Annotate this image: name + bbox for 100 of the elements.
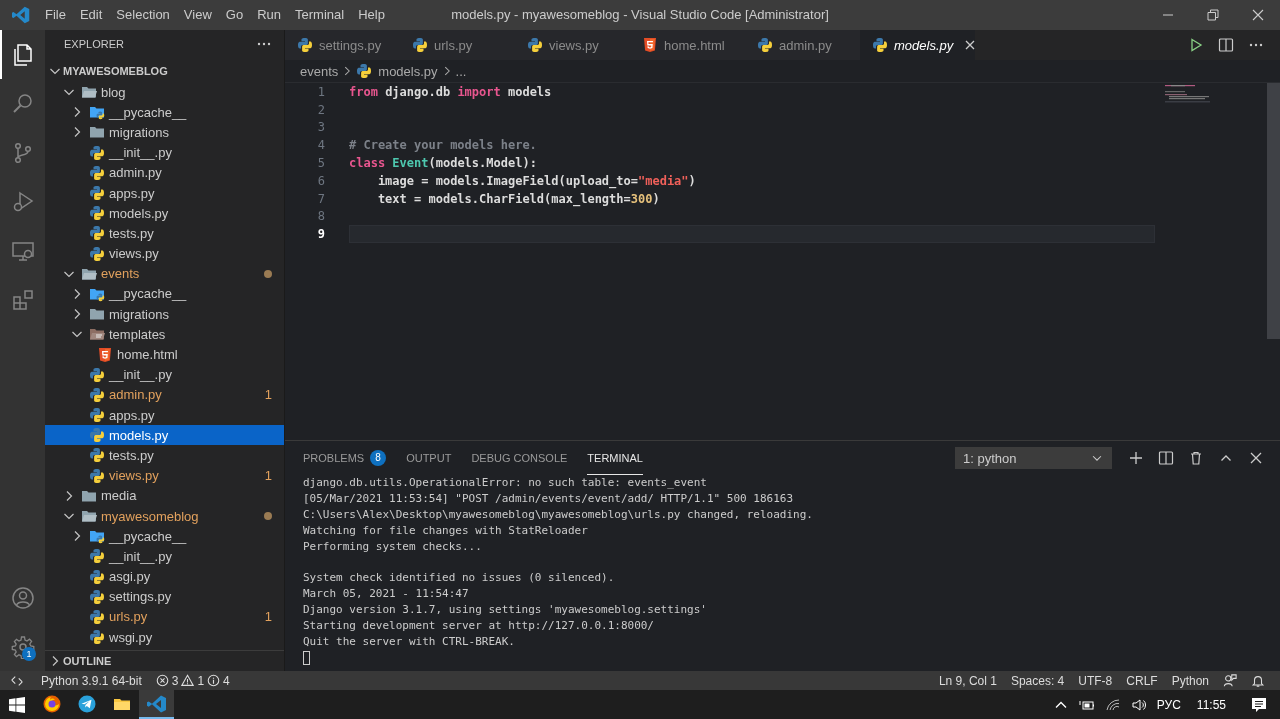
line-number: 7: [316, 191, 325, 206]
settings-icon[interactable]: [10, 634, 35, 659]
editor-tab[interactable]: admin.py: [745, 30, 860, 60]
close-icon[interactable]: [1251, 9, 1264, 21]
tree-item[interactable]: settings.py: [45, 586, 284, 607]
editor-tab[interactable]: settings.py: [285, 30, 400, 60]
tree-item[interactable]: __init__.py: [45, 364, 284, 385]
tree-item[interactable]: asgi.py: [45, 566, 284, 587]
tree-item[interactable]: events: [45, 263, 284, 284]
tree-item[interactable]: __pycache__: [45, 283, 284, 305]
tree-item[interactable]: views.py 1: [45, 465, 284, 486]
feedback-icon[interactable]: [1223, 673, 1237, 688]
clock[interactable]: 11:55: [1196, 697, 1226, 712]
scrollbar[interactable]: [1267, 83, 1280, 339]
line-number: 3: [316, 120, 325, 135]
tree-item[interactable]: wsgi.py: [45, 627, 284, 648]
tree-item[interactable]: models.py: [45, 203, 284, 224]
tree-item[interactable]: apps.py: [45, 182, 284, 204]
line-number: 4: [316, 138, 325, 153]
tree-item[interactable]: templates: [45, 324, 284, 345]
tree-item[interactable]: tests.py: [45, 223, 284, 244]
tree-item[interactable]: __pycache__: [45, 526, 284, 547]
panel-tab[interactable]: PROBLEMS 8: [303, 441, 387, 475]
bell-icon[interactable]: [1251, 673, 1265, 688]
python-file-icon: [89, 407, 105, 424]
restore-icon[interactable]: [1206, 9, 1219, 21]
terminal-dropdown[interactable]: 1: python: [955, 447, 1112, 469]
tree-item[interactable]: tests.py: [45, 445, 284, 466]
tree-item[interactable]: __init__.py: [45, 546, 284, 567]
tree-item[interactable]: media: [45, 485, 284, 506]
split-terminal-icon[interactable]: [1158, 450, 1174, 466]
editor-tab[interactable]: urls.py: [400, 30, 515, 60]
remote-icon[interactable]: [10, 673, 24, 688]
editor-tab[interactable]: views.py: [515, 30, 630, 60]
line-number: 6: [316, 173, 325, 188]
tree-item[interactable]: admin.py: [45, 162, 284, 183]
tree-item[interactable]: home.html: [45, 344, 284, 365]
breadcrumb-item[interactable]: events: [300, 63, 339, 79]
wifi-icon[interactable]: [1104, 696, 1121, 713]
status-item[interactable]: UTF-8: [1071, 671, 1120, 690]
editor-tab[interactable]: home.html: [630, 30, 745, 60]
tree-item[interactable]: blog: [45, 82, 284, 103]
split-editor-icon[interactable]: [1218, 37, 1234, 53]
tree-item[interactable]: apps.py: [45, 405, 284, 426]
run-icon[interactable]: [1188, 37, 1204, 53]
windows-logo-icon[interactable]: [9, 696, 25, 713]
breadcrumb-item[interactable]: ...: [455, 63, 467, 79]
menu-item[interactable]: View: [176, 0, 219, 30]
volume-icon[interactable]: [1130, 696, 1147, 713]
tree-item[interactable]: myawesomeblog: [45, 505, 284, 527]
status-item[interactable]: Spaces: 4: [1003, 671, 1072, 690]
problem-count: 1: [264, 387, 272, 403]
tree-item[interactable]: __pycache__: [45, 102, 284, 123]
status-item[interactable]: Ln 9, Col 1: [931, 671, 1004, 690]
tree-item[interactable]: migrations: [45, 304, 284, 325]
folder-icon: [81, 84, 97, 101]
python-file-icon: [89, 386, 105, 403]
python-file-icon: [527, 37, 543, 53]
trash-icon[interactable]: [1188, 450, 1204, 466]
panel-title: EXPLORER: [64, 38, 124, 50]
status-item[interactable]: Python: [1164, 671, 1216, 690]
terminal-line: Performing system checks...: [303, 538, 483, 555]
tree-item[interactable]: migrations: [45, 122, 284, 143]
folder-icon: [89, 124, 105, 141]
tree-item[interactable]: views.py: [45, 243, 284, 264]
status-item[interactable]: CRLF: [1119, 671, 1165, 690]
notification-icon[interactable]: [1250, 695, 1268, 714]
close-icon[interactable]: [1248, 450, 1264, 466]
panel-tab[interactable]: OUTPUT: [406, 441, 452, 475]
section-header[interactable]: MYAWESOMEBLOG: [45, 60, 284, 82]
menu-item[interactable]: Terminal: [288, 0, 352, 30]
python-file-icon: [89, 144, 105, 161]
menu-item[interactable]: Selection: [109, 0, 177, 30]
python-file-icon: [89, 568, 105, 585]
line-number: 1: [316, 84, 325, 99]
editor-tab[interactable]: models.py: [860, 30, 975, 60]
tree-item[interactable]: admin.py 1: [45, 384, 284, 405]
account-icon[interactable]: [10, 585, 35, 610]
menu-item[interactable]: File: [38, 0, 73, 30]
menu-item[interactable]: Help: [351, 0, 392, 30]
menu-item[interactable]: Run: [250, 0, 288, 30]
close-icon[interactable]: [965, 40, 976, 50]
tree-item[interactable]: __init__.py: [45, 142, 284, 163]
menu-item[interactable]: Edit: [72, 0, 110, 30]
tree-item[interactable]: models.py: [45, 425, 284, 446]
tree-item[interactable]: urls.py 1: [45, 606, 284, 628]
minimap: [1165, 83, 1210, 103]
panel-tab[interactable]: DEBUG CONSOLE: [471, 441, 568, 475]
problems-button[interactable]: 3 1 4: [148, 671, 237, 690]
menu-item[interactable]: Go: [218, 0, 251, 30]
input-language[interactable]: РУС: [1156, 697, 1181, 712]
info-icon: [207, 674, 221, 687]
extensions-icon[interactable]: [10, 287, 35, 312]
panel-tab[interactable]: TERMINAL: [587, 441, 643, 475]
folder-icon: [89, 306, 105, 323]
plus-icon[interactable]: [1128, 450, 1144, 466]
interpreter-button[interactable]: Python 3.9.1 64-bit: [34, 671, 149, 690]
problem-count: 1: [264, 468, 272, 484]
breadcrumb-item[interactable]: models.py: [378, 63, 438, 79]
python-file-icon: [89, 205, 105, 222]
